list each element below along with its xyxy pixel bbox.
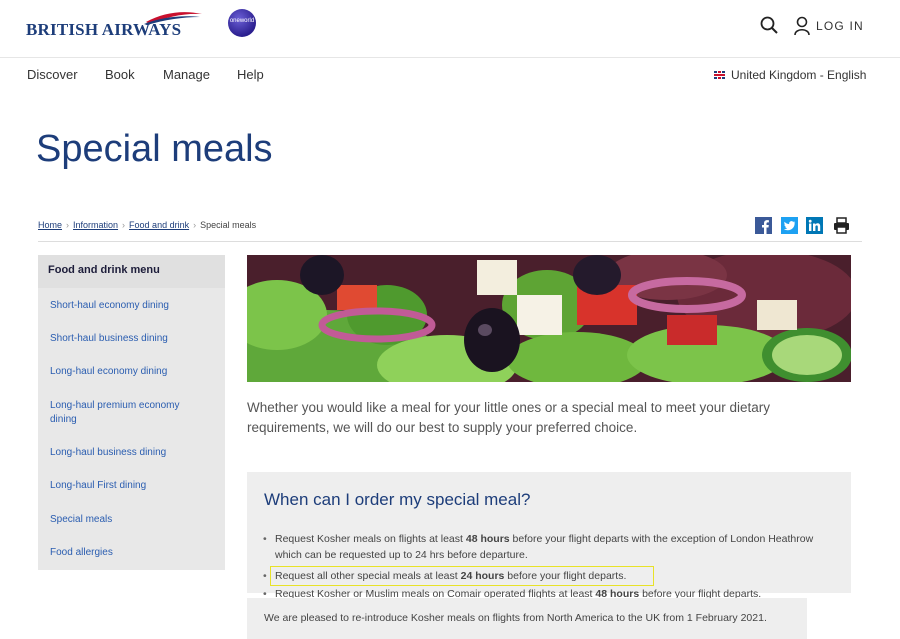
sidebar-item-short-haul-economy[interactable]: Short-haul economy dining <box>50 299 210 313</box>
breadcrumb: Home › Information › Food and drink › Sp… <box>38 220 256 230</box>
twitter-icon[interactable] <box>781 217 798 234</box>
highlight-box <box>270 566 654 586</box>
breadcrumb-divider <box>38 241 862 242</box>
nav-book[interactable]: Book <box>105 67 135 82</box>
user-icon <box>794 16 810 36</box>
sidebar: Food and drink menu Short-haul economy d… <box>38 255 225 570</box>
bullet-text: Request Kosher meals on flights at least <box>275 533 466 545</box>
locale-label: United Kingdom - English <box>731 68 867 82</box>
main-nav: Discover Book Manage Help United Kingdom… <box>0 59 900 91</box>
facebook-icon[interactable] <box>755 217 772 234</box>
breadcrumb-food-and-drink[interactable]: Food and drink <box>129 220 189 230</box>
chevron-right-icon: › <box>193 220 197 230</box>
info-title: When can I order my special meal? <box>264 490 531 509</box>
sidebar-item-special-meals[interactable]: Special meals <box>50 513 210 527</box>
intro-text: Whether you would like a meal for your l… <box>247 400 770 435</box>
nav-manage[interactable]: Manage <box>163 67 210 82</box>
login-button[interactable]: LOG IN <box>794 14 864 38</box>
nav-help[interactable]: Help <box>237 67 264 82</box>
oneworld-label: oneworld <box>229 18 255 24</box>
linkedin-icon[interactable] <box>806 217 823 234</box>
list-item: Request Kosher meals on flights at least… <box>263 531 823 563</box>
oneworld-logo[interactable]: oneworld <box>228 9 256 37</box>
bullet-emphasis: 48 hours <box>465 533 510 545</box>
site-header: BRITISH AIRWAYS oneworld LOG IN <box>0 0 900 58</box>
page-title: Special meals <box>36 128 273 170</box>
breadcrumb-information[interactable]: Information <box>73 220 118 230</box>
footnote-text: We are pleased to re-introduce Kosher me… <box>247 598 807 639</box>
nav-discover[interactable]: Discover <box>27 67 78 82</box>
salad-hero-image <box>247 255 851 382</box>
print-icon[interactable] <box>833 217 850 234</box>
locale-selector[interactable]: United Kingdom - English <box>714 68 866 82</box>
sidebar-item-long-haul-business[interactable]: Long-haul business dining <box>50 446 210 460</box>
british-airways-logo[interactable]: BRITISH AIRWAYS <box>26 8 206 40</box>
sidebar-heading: Food and drink menu <box>38 255 225 288</box>
sidebar-item-long-haul-first[interactable]: Long-haul First dining <box>50 479 210 493</box>
uk-flag-icon <box>714 71 725 79</box>
sidebar-item-long-haul-economy[interactable]: Long-haul economy dining <box>50 365 210 379</box>
sidebar-item-long-haul-premium-economy[interactable]: Long-haul premium economy dining <box>50 399 200 427</box>
chevron-right-icon: › <box>122 220 126 230</box>
search-icon[interactable] <box>760 16 778 34</box>
speedmarque-icon <box>144 12 202 25</box>
breadcrumb-current: Special meals <box>200 220 257 230</box>
chevron-right-icon: › <box>66 220 70 230</box>
login-label: LOG IN <box>816 19 864 33</box>
sidebar-item-short-haul-business[interactable]: Short-haul business dining <box>50 332 210 346</box>
sidebar-item-food-allergies[interactable]: Food allergies <box>50 546 210 560</box>
breadcrumb-home[interactable]: Home <box>38 220 62 230</box>
